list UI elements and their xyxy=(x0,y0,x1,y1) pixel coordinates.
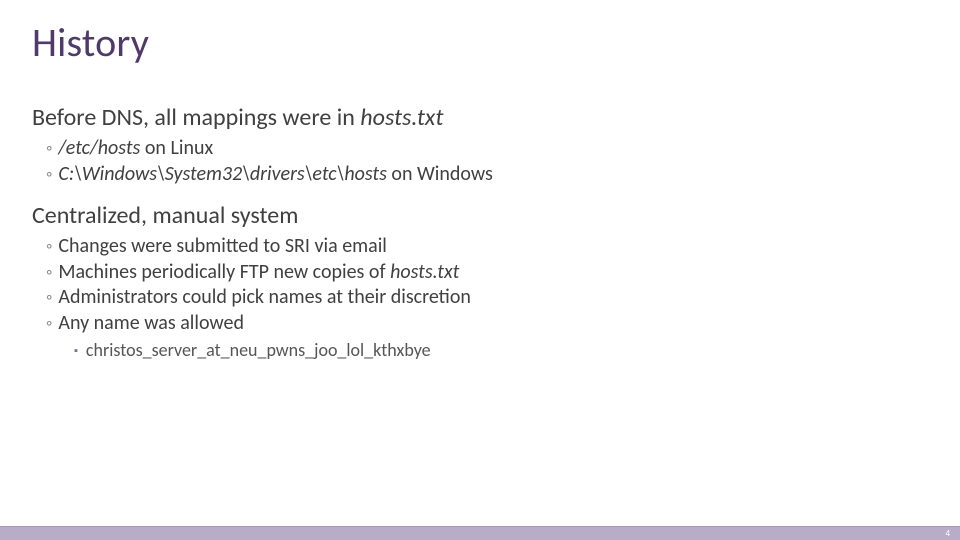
section-heading-1: Before DNS, all mappings were in hosts.t… xyxy=(32,103,928,132)
footer-bar: 4 xyxy=(0,526,960,540)
list-item: ◦ Changes were submitted to SRI via emai… xyxy=(46,234,928,260)
bullet-icon: ◦ xyxy=(46,261,52,284)
list-item-post: on Windows xyxy=(387,162,493,186)
sub-list-item: ▪ christos_server_at_neu_pwns_joo_lol_kt… xyxy=(74,339,928,362)
list-item-text: C:\Windows\System32\drivers\etc\hosts on… xyxy=(58,162,492,188)
list-item-text: Any name was allowed xyxy=(58,311,244,337)
list-item-text: /etc/hosts on Linux xyxy=(58,136,213,162)
list-item: ◦ Machines periodically FTP new copies o… xyxy=(46,260,928,286)
list-item-post: on Linux xyxy=(140,136,213,160)
square-bullet-icon: ▪ xyxy=(74,344,78,358)
list-item-text: Administrators could pick names at their… xyxy=(58,285,471,311)
section2-list: ◦ Changes were submitted to SRI via emai… xyxy=(46,234,928,362)
slide: History Before DNS, all mappings were in… xyxy=(0,0,960,540)
bullet-icon: ◦ xyxy=(46,312,52,335)
bullet-icon: ◦ xyxy=(46,137,52,160)
slide-title: History xyxy=(32,18,928,67)
section2-sublist: ▪ christos_server_at_neu_pwns_joo_lol_kt… xyxy=(74,339,928,362)
bullet-icon: ◦ xyxy=(46,286,52,309)
section1-text: Before DNS, all mappings were in xyxy=(32,103,360,132)
bullet-icon: ◦ xyxy=(46,235,52,258)
list-item: ◦ C:\Windows\System32\drivers\etc\hosts … xyxy=(46,162,928,188)
list-item-em: hosts.txt xyxy=(390,260,459,284)
page-number: 4 xyxy=(945,528,950,539)
bullet-icon: ◦ xyxy=(46,163,52,186)
list-item: ◦ /etc/hosts on Linux xyxy=(46,136,928,162)
section-heading-2: Centralized, manual system xyxy=(32,201,928,230)
section1-em: hosts.txt xyxy=(360,103,443,132)
list-item: ◦ Administrators could pick names at the… xyxy=(46,285,928,311)
list-item-text: Machines periodically FTP new copies of … xyxy=(58,260,459,286)
sub-list-item-text: christos_server_at_neu_pwns_joo_lol_kthx… xyxy=(86,339,431,362)
list-item-text: Changes were submitted to SRI via email xyxy=(58,234,387,260)
section1-list: ◦ /etc/hosts on Linux ◦ C:\Windows\Syste… xyxy=(46,136,928,187)
list-item-pre: Machines periodically FTP new copies of xyxy=(58,260,390,284)
list-item-em: /etc/hosts xyxy=(58,136,140,160)
list-item: ◦ Any name was allowed xyxy=(46,311,928,337)
list-item-em: C:\Windows\System32\drivers\etc\hosts xyxy=(58,162,387,186)
